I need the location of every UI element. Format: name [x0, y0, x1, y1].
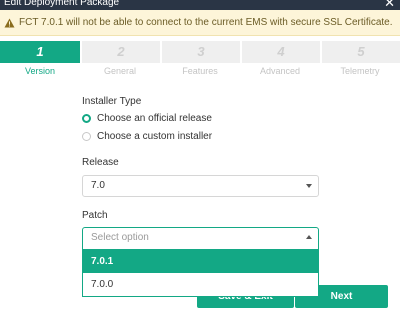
step-version[interactable]: 1 Version: [0, 41, 80, 77]
step-label: Version: [24, 66, 56, 76]
warning-banner: FCT 7.0.1 will not be able to connect to…: [0, 10, 400, 36]
step-number: 1: [0, 41, 80, 63]
radio-button[interactable]: [82, 132, 91, 141]
step-label: Telemetry: [340, 66, 380, 76]
window-titlebar: Edit Deployment Package ✕: [0, 0, 400, 10]
step-number: 4: [240, 41, 320, 63]
installer-type-label: Installer Type: [82, 96, 142, 107]
release-value: 7.0: [91, 180, 105, 191]
chevron-up-icon: [306, 235, 312, 239]
radio-custom-installer[interactable]: Choose a custom installer: [82, 131, 212, 142]
release-select[interactable]: 7.0: [82, 175, 319, 197]
patch-option-7-0-1[interactable]: 7.0.1: [83, 250, 318, 273]
step-number: 2: [80, 41, 160, 63]
radio-button-checked[interactable]: [82, 114, 91, 123]
wizard-steps: 1 Version 2 General 3 Features 4 Advance…: [0, 41, 400, 77]
patch-select[interactable]: Select option: [82, 227, 319, 250]
patch-placeholder: Select option: [91, 232, 149, 243]
window-title: Edit Deployment Package: [4, 0, 120, 8]
step-label: Features: [182, 66, 218, 76]
step-general[interactable]: 2 General: [80, 41, 160, 77]
step-number: 3: [160, 41, 240, 63]
step-number: 5: [320, 41, 400, 63]
step-label: General: [103, 66, 137, 76]
radio-label: Choose a custom installer: [97, 131, 213, 142]
patch-option-7-0-0[interactable]: 7.0.0: [83, 273, 318, 296]
radio-official-release[interactable]: Choose an official release: [82, 113, 212, 124]
warning-text: FCT 7.0.1 will not be able to connect to…: [19, 17, 393, 28]
step-telemetry[interactable]: 5 Telemetry: [320, 41, 400, 77]
step-advanced[interactable]: 4 Advanced: [240, 41, 320, 77]
patch-dropdown-list: 7.0.1 7.0.0: [82, 250, 319, 297]
patch-label: Patch: [82, 210, 108, 221]
step-features[interactable]: 3 Features: [160, 41, 240, 77]
step-label: Advanced: [259, 66, 301, 76]
release-label: Release: [82, 157, 119, 168]
chevron-down-icon: [306, 184, 312, 188]
radio-label: Choose an official release: [97, 113, 212, 124]
warning-icon: [4, 18, 15, 28]
close-icon[interactable]: ✕: [384, 0, 395, 10]
